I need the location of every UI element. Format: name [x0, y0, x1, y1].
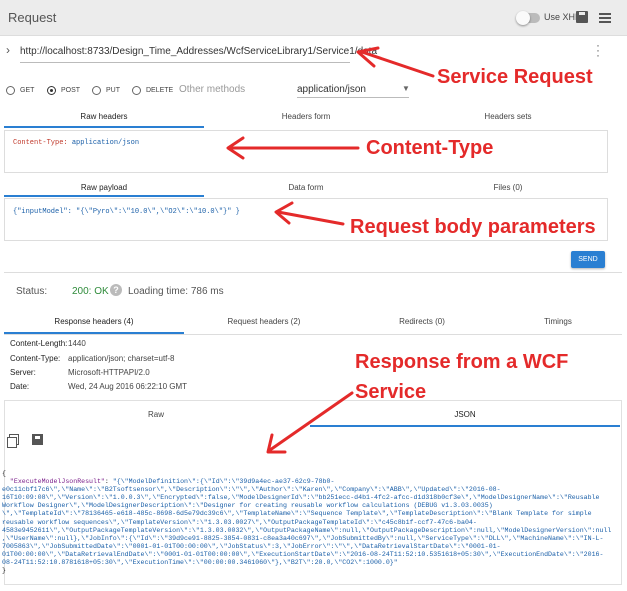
status-label: Status:	[16, 286, 48, 297]
more-vert-icon[interactable]: · · ·	[595, 39, 601, 61]
method-label-delete: DELETE	[146, 87, 174, 94]
method-radio-post[interactable]	[47, 86, 56, 95]
tab-data-form[interactable]: Data form	[204, 183, 408, 192]
response-json: { "ExecuteModelJsonResult": "{\"ModelDef…	[2, 470, 612, 575]
copy-icon[interactable]	[7, 434, 19, 448]
divider	[4, 272, 622, 273]
tab-files[interactable]: Files (0)	[408, 183, 608, 192]
response-header-row: Content-Length: 1440	[10, 339, 86, 348]
annotation-request-body: Request body parameters	[350, 216, 596, 238]
tab-raw-headers[interactable]: Raw headers	[4, 112, 204, 121]
response-header-row: Date: Wed, 24 Aug 2016 06:22:10 GMT	[10, 382, 188, 391]
caret-down-icon[interactable]: ▼	[402, 84, 410, 93]
tab-active-indicator	[4, 126, 204, 128]
tab-raw[interactable]: Raw	[6, 410, 306, 419]
url-input[interactable]: http://localhost:8733/Design_Time_Addres…	[20, 46, 377, 57]
tab-active-indicator	[310, 425, 620, 427]
chevron-right-icon[interactable]: ›	[6, 43, 10, 57]
send-button[interactable]: SEND	[571, 251, 605, 268]
raw-header-line: Content-Type: application/json	[13, 139, 140, 147]
method-radio-put[interactable]	[92, 86, 101, 95]
tab-headers-form[interactable]: Headers form	[204, 112, 408, 121]
payload-text: {"inputModel": "{\"Pyro\":\"10.0\",\"O2\…	[13, 208, 240, 216]
tab-raw-payload[interactable]: Raw payload	[4, 183, 204, 192]
app-title: Request	[8, 10, 57, 25]
tab-response-headers[interactable]: Response headers (4)	[4, 317, 184, 326]
method-radio-get[interactable]	[6, 86, 15, 95]
tab-json[interactable]: JSON	[310, 410, 620, 419]
content-type-select[interactable]: application/json	[297, 84, 366, 95]
loading-time: Loading time: 786 ms	[128, 286, 224, 297]
status-code: 200: OK	[72, 286, 109, 297]
annotation-content-type: Content-Type	[366, 137, 494, 159]
method-label-put: PUT	[106, 87, 120, 94]
menu-icon[interactable]	[599, 13, 611, 23]
response-header-row: Content-Type: application/json; charset=u…	[10, 354, 175, 363]
help-icon[interactable]: ?	[110, 284, 122, 296]
method-label-post: POST	[61, 87, 81, 94]
tab-headers-sets[interactable]: Headers sets	[408, 112, 608, 121]
tab-request-headers[interactable]: Request headers (2)	[174, 317, 354, 326]
other-methods-input[interactable]: Other methods	[179, 84, 245, 95]
save-icon[interactable]	[32, 434, 43, 445]
app-bar: Request Use XHR	[0, 0, 627, 36]
annotation-service-request: Service Request	[437, 66, 593, 88]
divider	[4, 334, 622, 335]
content-type-underline	[297, 97, 409, 98]
method-radio-delete[interactable]	[132, 86, 141, 95]
xhr-toggle[interactable]	[516, 11, 540, 25]
method-label-get: GET	[20, 87, 35, 94]
tab-active-indicator	[4, 195, 204, 197]
tab-timings[interactable]: Timings	[468, 317, 627, 326]
raw-headers-editor[interactable]	[4, 130, 608, 173]
save-icon[interactable]	[576, 11, 588, 23]
url-underline	[20, 62, 350, 63]
annotation-response: Response from a WCF Service	[355, 351, 569, 403]
response-header-row: Server: Microsoft-HTTPAPI/2.0	[10, 368, 150, 377]
